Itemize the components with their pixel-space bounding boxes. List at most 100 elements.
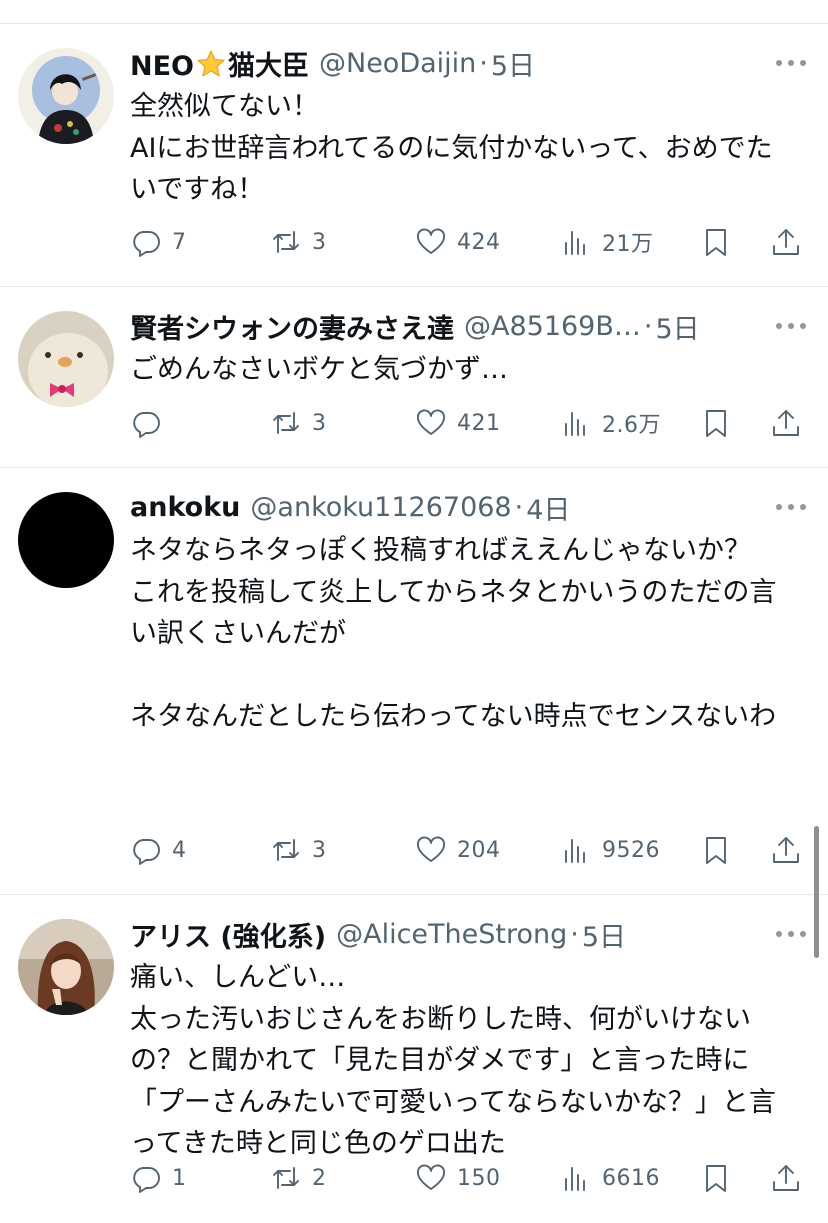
tweet-text: ごめんなさいボケと気づかず…	[130, 354, 508, 385]
tweet-header: 賢者シウォンの妻みさえ達 @A85169B… · 5日	[130, 306, 738, 346]
tweet-text: 痛い、しんどい… 太った汚いおじさんをお断りした時、何がいけないの？と聞かれて「…	[130, 962, 776, 1159]
share-button[interactable]	[770, 830, 802, 870]
share-icon	[773, 837, 799, 863]
retweet-button[interactable]: 2	[270, 1158, 327, 1198]
tweet-text: ネタならネタっぽく投稿すればええんじゃないか？ これを投稿して炎上してからネタと…	[130, 535, 777, 732]
reply-icon	[133, 839, 160, 865]
retweet-button[interactable]: 3	[270, 830, 327, 870]
bookmark-icon	[706, 837, 726, 864]
separator-dot: ·	[479, 47, 488, 79]
like-count: 421	[457, 410, 501, 436]
heart-icon	[417, 836, 445, 862]
bookmark-button[interactable]	[700, 830, 732, 870]
timestamp[interactable]: 5日	[491, 44, 535, 83]
timestamp[interactable]: 5日	[655, 307, 699, 346]
bookmark-button[interactable]	[700, 403, 732, 443]
reply-count: 1	[172, 1165, 187, 1191]
views-icon	[565, 412, 585, 436]
reply-count: 7	[172, 229, 187, 255]
views-button[interactable]: 6616	[560, 1158, 660, 1198]
reply-button[interactable]: 1	[130, 1158, 187, 1198]
tweet-header: ankoku @ankoku11267068 · 4日	[130, 487, 738, 527]
bookmark-button[interactable]	[700, 1158, 732, 1198]
more-icon[interactable]	[776, 497, 806, 517]
like-count: 424	[457, 229, 501, 255]
reply-button[interactable]	[130, 403, 172, 443]
views-count: 2.6万	[602, 413, 661, 438]
avatar[interactable]	[18, 492, 114, 588]
tweet-neo[interactable]: NEO 猫大臣 @NeoDaijin · 5日 全然似てない！ AIにお世辞言われ…	[0, 24, 828, 287]
like-button[interactable]: 150	[415, 1158, 501, 1198]
timestamp[interactable]: 5日	[582, 915, 626, 954]
retweet-icon	[273, 1167, 299, 1189]
heart-icon	[417, 409, 445, 435]
tweet-ankoku[interactable]: ankoku @ankoku11267068 · 4日 ネタならネタっぽく投稿す…	[0, 468, 828, 895]
avatar[interactable]	[18, 311, 114, 407]
more-icon[interactable]	[776, 924, 806, 944]
tweet-actions: 4 3 204 9526	[130, 830, 808, 870]
retweet-icon	[273, 839, 299, 861]
star-emoji-icon	[196, 49, 226, 79]
separator-dot: ·	[570, 918, 579, 950]
bookmark-icon	[706, 229, 726, 256]
user-handle[interactable]: @A85169B…	[464, 311, 641, 342]
reply-button[interactable]: 7	[130, 222, 187, 262]
heart-icon	[417, 228, 445, 254]
tweet-actions: 7 3 424 21万	[130, 222, 808, 262]
share-icon	[773, 229, 799, 255]
tweet-text: 全然似てない！ AIにお世辞言われてるのに気付かないって、おめでたいですね！	[130, 91, 773, 205]
views-button[interactable]: 9526	[560, 830, 660, 870]
user-handle[interactable]: @AliceTheStrong	[336, 919, 567, 950]
retweet-button[interactable]: 3	[270, 403, 327, 443]
reply-icon	[133, 412, 160, 438]
avatar[interactable]	[18, 919, 114, 1015]
retweet-icon	[273, 231, 299, 253]
display-name[interactable]: ankoku	[130, 492, 240, 523]
views-count: 9526	[602, 837, 660, 863]
retweet-count: 3	[312, 837, 327, 863]
share-button[interactable]	[770, 222, 802, 262]
scrollbar[interactable]	[814, 826, 819, 958]
tweet-alice[interactable]: アリス (強化系) @AliceTheStrong · 5日 痛い、しんどい… …	[0, 895, 828, 1222]
display-name[interactable]: NEO 猫大臣	[130, 44, 309, 83]
display-name[interactable]: 賢者シウォンの妻みさえ達	[130, 307, 454, 346]
like-button[interactable]: 424	[415, 222, 501, 262]
user-handle[interactable]: @ankoku11267068	[250, 492, 511, 523]
separator-dot: ·	[643, 310, 653, 342]
heart-icon	[417, 1164, 445, 1190]
reply-count: 4	[172, 837, 187, 863]
reply-icon	[133, 231, 160, 257]
views-icon	[565, 839, 585, 863]
views-button[interactable]: 21万	[560, 222, 654, 262]
tweet-header: アリス (強化系) @AliceTheStrong · 5日	[130, 914, 738, 954]
retweet-count: 3	[312, 229, 327, 255]
tweet-actions: 1 2 150 6616	[130, 1158, 808, 1198]
retweet-icon	[273, 412, 299, 434]
more-icon[interactable]	[776, 316, 806, 336]
timestamp[interactable]: 4日	[526, 488, 570, 527]
reply-button[interactable]: 4	[130, 830, 187, 870]
user-handle[interactable]: @NeoDaijin	[319, 48, 476, 79]
share-button[interactable]	[770, 403, 802, 443]
like-count: 204	[457, 837, 501, 863]
tweet-misae[interactable]: 賢者シウォンの妻みさえ達 @A85169B… · 5日 ごめんなさいボケと気づか…	[0, 287, 828, 468]
views-count: 6616	[602, 1165, 660, 1191]
share-button[interactable]	[770, 1158, 802, 1198]
views-button[interactable]: 2.6万	[560, 403, 661, 443]
share-icon	[773, 410, 799, 436]
retweet-count: 2	[312, 1165, 327, 1191]
tweet-actions: 3 421 2.6万	[130, 403, 808, 443]
retweet-button[interactable]: 3	[270, 222, 327, 262]
like-button[interactable]: 204	[415, 830, 501, 870]
like-button[interactable]: 421	[415, 403, 501, 443]
reply-feed: NEO 猫大臣 @NeoDaijin · 5日 全然似てない！ AIにお世辞言われ…	[0, 24, 828, 1222]
bookmark-icon	[706, 410, 726, 437]
bookmark-button[interactable]	[700, 222, 732, 262]
like-count: 150	[457, 1165, 501, 1191]
views-icon	[565, 1167, 585, 1191]
share-icon	[773, 1165, 799, 1191]
more-icon[interactable]	[776, 53, 806, 73]
views-count: 21万	[602, 232, 654, 257]
avatar[interactable]	[18, 48, 114, 144]
display-name[interactable]: アリス (強化系)	[130, 915, 326, 954]
